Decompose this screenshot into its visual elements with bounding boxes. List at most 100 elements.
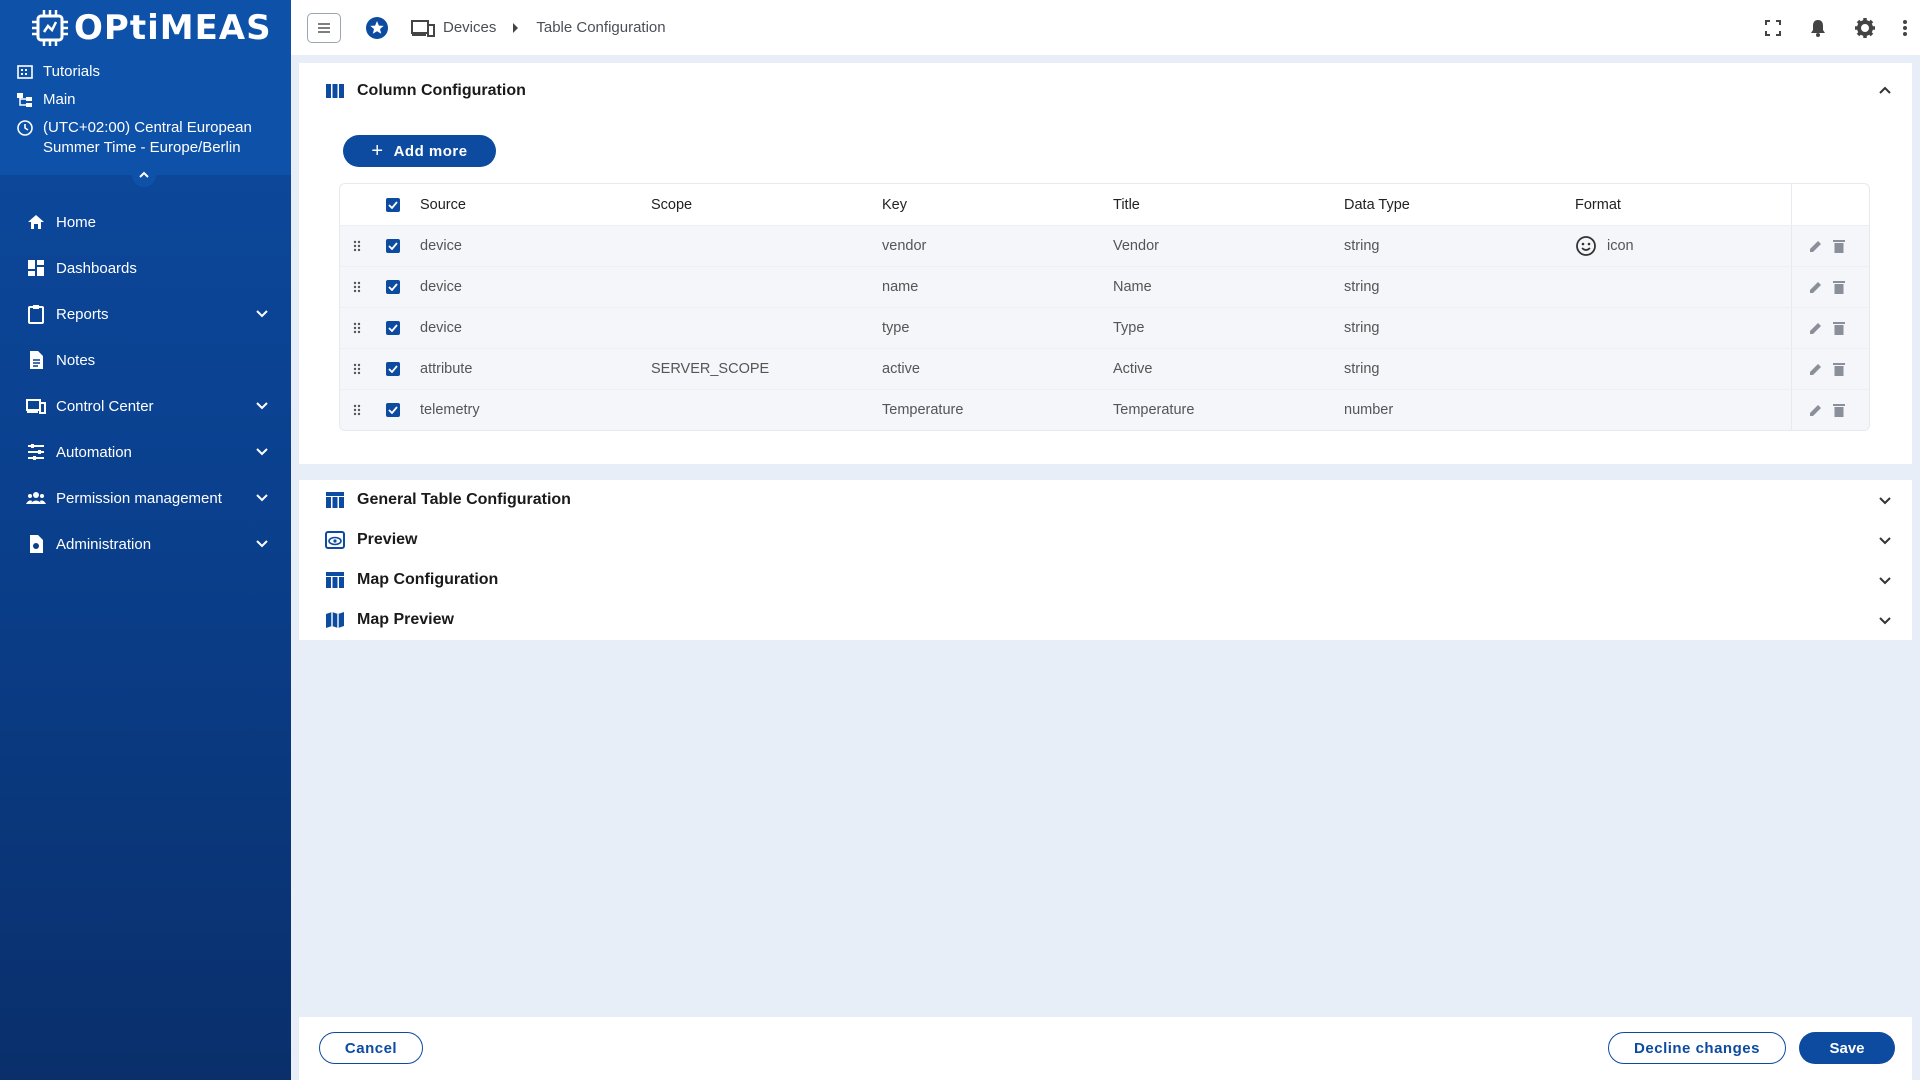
chevron-up-icon[interactable] <box>1878 84 1892 98</box>
timezone-info: (UTC+02:00) Central European Summer Time… <box>0 118 291 158</box>
sidebar-item-permission-management[interactable]: Permission management <box>0 475 291 521</box>
sidebar-item-label: Administration <box>56 535 152 553</box>
cell-key: name <box>882 279 919 295</box>
document-icon <box>30 351 43 369</box>
edit-icon[interactable] <box>1809 321 1823 335</box>
row-checkbox[interactable] <box>386 321 400 335</box>
breadcrumb: Devices Table Configuration <box>365 16 666 40</box>
drag-handle-icon <box>353 404 361 416</box>
select-all-checkbox[interactable] <box>386 197 400 212</box>
cell-key: vendor <box>882 238 927 254</box>
menu-toggle-button[interactable] <box>307 12 341 43</box>
map-configuration-title: Map Configuration <box>357 571 499 588</box>
breadcrumb-devices[interactable]: Devices <box>443 19 496 36</box>
trash-icon[interactable] <box>1832 362 1845 376</box>
sidebar-item-label: Notes <box>56 351 96 369</box>
header-key: Key <box>882 196 907 213</box>
sidebar-item-label: Dashboards <box>56 259 137 277</box>
map-configuration-header[interactable]: Map Configuration <box>299 560 1912 600</box>
more-vertical-icon[interactable] <box>1902 19 1908 37</box>
tutorials-link[interactable]: Tutorials <box>0 62 291 82</box>
chevron-down-icon[interactable] <box>1878 613 1892 627</box>
dashboard-icon <box>28 260 44 276</box>
check-icon <box>388 242 398 250</box>
sidebar-item-home[interactable]: Home <box>0 199 291 245</box>
cell-title: Active <box>1113 361 1153 377</box>
row-checkbox[interactable] <box>386 362 400 376</box>
edit-icon[interactable] <box>1809 239 1823 253</box>
sidebar-item-administration[interactable]: Administration <box>0 521 291 567</box>
logo[interactable]: OPtiMEAS <box>0 6 291 50</box>
row-checkbox-cell <box>374 280 412 294</box>
cell-data-type: string <box>1344 320 1380 336</box>
chevron-down-icon[interactable] <box>1878 493 1892 507</box>
add-more-button[interactable]: + Add more <box>343 135 496 167</box>
clock-icon <box>17 120 33 136</box>
table-header-row: Source Scope Key Title Data Type Format <box>340 184 1869 225</box>
gear-icon[interactable] <box>1854 17 1876 39</box>
drag-handle[interactable] <box>340 363 374 375</box>
timezone-label: (UTC+02:00) Central European Summer Time… <box>43 119 252 156</box>
bell-icon[interactable] <box>1808 18 1828 38</box>
collapse-header-button[interactable] <box>132 163 156 187</box>
chevron-down-icon <box>256 402 268 410</box>
general-table-configuration-header[interactable]: General Table Configuration <box>299 480 1912 520</box>
trash-icon[interactable] <box>1832 280 1845 294</box>
cell-source: device <box>420 238 462 254</box>
row-checkbox-cell <box>374 321 412 335</box>
sidebar-item-label: Home <box>56 213 97 231</box>
row-checkbox[interactable] <box>386 239 400 253</box>
cell-key: active <box>882 361 920 377</box>
chevron-right-icon <box>513 22 519 33</box>
sidebar-item-automation[interactable]: Automation <box>0 429 291 475</box>
edit-icon[interactable] <box>1809 280 1823 294</box>
drag-handle[interactable] <box>340 240 374 252</box>
trash-icon[interactable] <box>1832 239 1845 253</box>
drag-handle[interactable] <box>340 404 374 416</box>
table-row: telemetry Temperature Temperature number <box>340 389 1869 430</box>
sidebar-item-control-center[interactable]: Control Center <box>0 383 291 429</box>
main-link[interactable]: Main <box>0 90 291 110</box>
preview-header[interactable]: Preview <box>299 520 1912 560</box>
row-actions <box>1791 390 1861 430</box>
check-icon <box>388 200 398 209</box>
save-button[interactable]: Save <box>1799 1032 1895 1064</box>
hierarchy-icon <box>17 93 32 107</box>
smiley-icon <box>1576 236 1596 256</box>
cancel-button[interactable]: Cancel <box>319 1032 423 1064</box>
breadcrumb-current: Table Configuration <box>536 19 666 36</box>
check-icon <box>388 283 398 291</box>
chevron-down-icon <box>256 494 268 502</box>
column-configuration-panel: Column Configuration + Add more Source S… <box>299 63 1912 464</box>
trash-icon[interactable] <box>1832 321 1845 335</box>
header-source: Source <box>420 196 466 213</box>
row-checkbox[interactable] <box>386 280 400 294</box>
trash-icon[interactable] <box>1832 403 1845 417</box>
drag-handle-icon <box>353 240 361 252</box>
star-badge-icon[interactable] <box>365 16 389 40</box>
collapsed-sections-panel: General Table Configuration Preview Map … <box>299 480 1912 640</box>
cell-data-type: string <box>1344 238 1380 254</box>
map-preview-header[interactable]: Map Preview <box>299 600 1912 640</box>
edit-icon[interactable] <box>1809 403 1823 417</box>
table-icon <box>326 572 344 588</box>
chevron-down-icon[interactable] <box>1878 573 1892 587</box>
sidebar-item-dashboards[interactable]: Dashboards <box>0 245 291 291</box>
row-checkbox[interactable] <box>386 403 400 417</box>
cell-source: device <box>420 279 462 295</box>
chevron-down-icon[interactable] <box>1878 533 1892 547</box>
sidebar-item-reports[interactable]: Reports <box>0 291 291 337</box>
drag-handle[interactable] <box>340 322 374 334</box>
fullscreen-icon[interactable] <box>1764 19 1782 37</box>
sidebar-item-notes[interactable]: Notes <box>0 337 291 383</box>
edit-icon[interactable] <box>1809 362 1823 376</box>
users-icon <box>26 492 46 504</box>
drag-handle-icon <box>353 363 361 375</box>
row-actions <box>1791 226 1861 266</box>
decline-changes-button[interactable]: Decline changes <box>1608 1032 1786 1064</box>
footer-bar: Cancel Decline changes Save <box>299 1017 1912 1080</box>
clipboard-icon <box>28 305 44 324</box>
column-configuration-header[interactable]: Column Configuration <box>299 63 1912 119</box>
drag-handle[interactable] <box>340 281 374 293</box>
drag-handle-icon <box>353 322 361 334</box>
